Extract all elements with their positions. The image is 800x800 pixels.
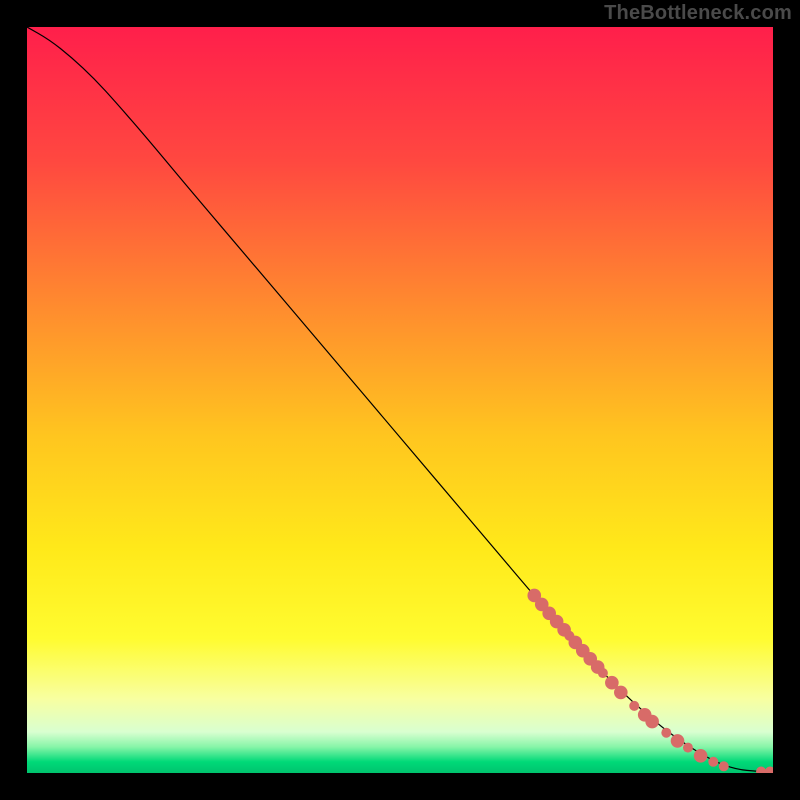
watermark-text: TheBottleneck.com (604, 2, 792, 25)
highlight-dot (694, 749, 708, 763)
highlight-dot (598, 668, 608, 678)
highlight-dot (661, 728, 671, 738)
highlight-dot (683, 743, 693, 753)
gradient-background (27, 27, 773, 773)
highlight-dot (671, 734, 685, 748)
highlight-dot (629, 701, 639, 711)
plot-area (27, 27, 773, 773)
highlight-dot (719, 761, 729, 771)
highlight-dot (614, 686, 628, 700)
highlight-dot (645, 715, 659, 729)
chart-svg (27, 27, 773, 773)
chart-frame: TheBottleneck.com (0, 0, 800, 800)
highlight-dot (708, 757, 718, 767)
